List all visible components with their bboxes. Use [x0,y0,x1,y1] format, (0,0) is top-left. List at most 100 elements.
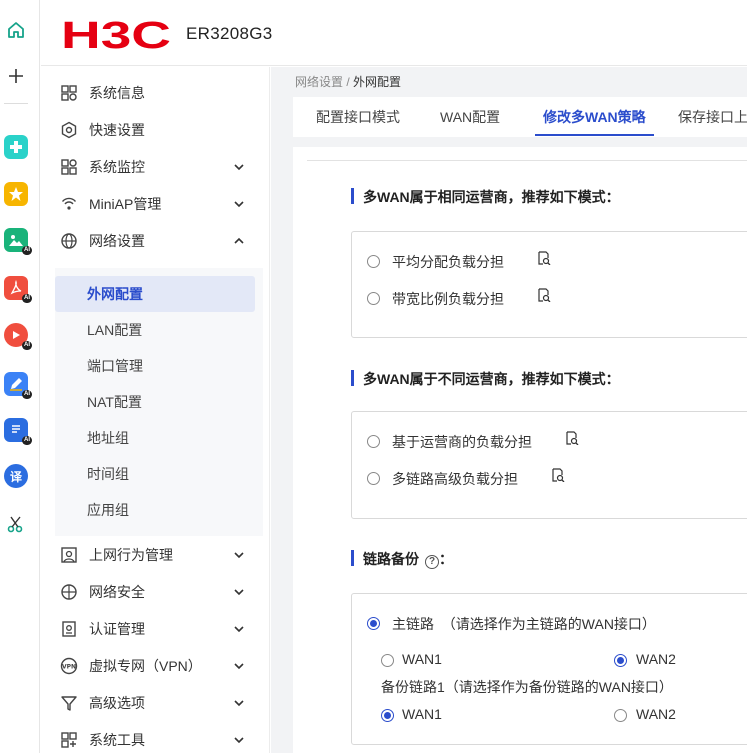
sidebar-item-label: 系统信息 [89,85,145,101]
document-preview-icon[interactable] [537,288,551,302]
sidebar-item-network-settings[interactable]: 网络设置 [41,223,270,259]
translate-icon[interactable]: 译 [4,464,28,488]
device-model: ER3208G3 [186,24,273,43]
sidebar-item-label: 高级选项 [89,695,145,711]
submenu-item-label: 时间组 [87,466,129,482]
radio-backup-wan2[interactable] [614,709,627,722]
tools-icon [61,732,77,748]
star-icon[interactable] [4,182,28,206]
sidebar-item-auth[interactable]: 认证管理 [41,611,270,647]
policy-content: 多WAN属于相同运营商，推荐如下模式： 平均分配负载分担 带宽比例负载分担 多W… [293,147,747,753]
radio-isp-load[interactable] [367,435,380,448]
chevron-down-icon[interactable] [233,734,245,746]
submenu-item-label: 端口管理 [87,358,143,374]
submenu-item-label: NAT配置 [87,394,142,410]
sidebar-item-label: 网络设置 [89,233,145,249]
document-preview-icon[interactable] [537,251,551,265]
scissors-icon[interactable] [4,512,28,536]
tab-save-interface[interactable]: 保存接口上 [678,97,747,137]
sidebar: 系统信息 快速设置 系统监控 MiniAP管理 网络设置 外网配置 LAN配置 … [41,67,270,753]
sidebar-item-quick-setup[interactable]: 快速设置 [41,112,270,148]
document-preview-icon[interactable] [565,431,579,445]
diff-isp-box: 基于运营商的负载分担 多链路高级负载分担 [351,411,747,519]
home-icon[interactable] [4,18,28,42]
chevron-down-icon[interactable] [233,549,245,561]
submenu-item-port[interactable]: 端口管理 [55,348,255,384]
sidebar-item-label: 虚拟专网（VPN） [89,658,202,674]
chevron-down-icon[interactable] [233,198,245,210]
chevron-down-icon[interactable] [233,586,245,598]
chevron-down-icon[interactable] [233,660,245,672]
backup-title-suffix: ： [439,551,453,567]
chevron-down-icon[interactable] [233,161,245,173]
document-preview-icon[interactable] [551,468,565,482]
svg-text:H3C: H3C [61,15,171,54]
plus-icon[interactable] [4,64,28,88]
h3c-logo: H3C [61,15,171,54]
radio-multi-link-load[interactable] [367,472,380,485]
radio-main-link[interactable] [367,617,380,630]
submenu-item-address-group[interactable]: 地址组 [55,420,255,456]
breadcrumb: 网络设置 / 外网配置 [295,73,401,90]
submenu-item-time-group[interactable]: 时间组 [55,456,255,492]
chevron-down-icon[interactable] [233,623,245,635]
main-link-label: 主链路 （请选择作为主链路的WAN接口） [392,614,656,634]
game-icon[interactable] [4,135,28,159]
sidebar-item-miniap[interactable]: MiniAP管理 [41,186,270,222]
backup-box: 主链路 （请选择作为主链路的WAN接口） WAN1 WAN2 备份链路1（请选择… [351,593,747,745]
vpn-icon: VPN [60,657,78,675]
wan-option-label: WAN2 [636,706,676,722]
main-link-text: 主链路 [392,616,434,632]
radio-backup-wan1[interactable] [381,709,394,722]
sidebar-item-system-info[interactable]: 系统信息 [41,75,270,111]
tab-interface-mode[interactable]: 配置接口模式 [316,97,400,137]
quick-setup-icon [61,121,77,139]
sidebar-item-system-monitor[interactable]: 系统监控 [41,149,270,185]
radio-bandwidth-load[interactable] [367,292,380,305]
sidebar-item-label: 认证管理 [89,621,145,637]
option-label: 多链路高级负载分担 [392,471,518,487]
submenu-item-label: 应用组 [87,502,129,518]
submenu-item-nat[interactable]: NAT配置 [55,384,255,420]
behavior-icon [61,547,77,563]
strip-divider [4,103,28,104]
sidebar-item-behavior[interactable]: 上网行为管理 [41,537,270,573]
sidebar-item-tools[interactable]: 系统工具 [41,722,270,753]
help-icon[interactable]: ? [425,555,439,569]
backup-link-label: 备份链路1（请选择作为备份链路的WAN接口） [381,679,673,695]
sidebar-item-network-security[interactable]: 网络安全 [41,574,270,610]
tab-multi-wan-policy[interactable]: 修改多WAN策略 [535,97,654,137]
radio-average-load[interactable] [367,255,380,268]
submenu-item-label: LAN配置 [87,322,143,338]
wan-option-label: WAN1 [402,706,442,722]
breadcrumb-parent[interactable]: 网络设置 / [295,75,353,89]
tab-wan-config[interactable]: WAN配置 [440,97,500,137]
section-title-same-isp: 多WAN属于相同运营商，推荐如下模式： [351,187,620,207]
sidebar-item-label: 系统工具 [89,732,145,748]
radio-main-wan1[interactable] [381,654,394,667]
sidebar-item-vpn[interactable]: VPN 虚拟专网（VPN） [41,648,270,684]
miniap-icon [61,197,77,210]
ai-edit-icon[interactable]: AI [4,372,32,399]
chevron-up-icon[interactable] [233,235,245,247]
submenu-item-app-group[interactable]: 应用组 [55,492,255,528]
option-label: 平均分配负载分担 [392,254,504,270]
section-title-diff-isp: 多WAN属于不同运营商，推荐如下模式： [351,369,620,389]
ai-image-icon[interactable]: AI [4,228,32,255]
wan-option-label: WAN2 [636,651,676,667]
header: H3C ER3208G3 [41,0,747,66]
ai-video-icon[interactable]: AI [4,323,32,350]
submenu-item-lan[interactable]: LAN配置 [55,312,255,348]
main-link-hint: （请选择作为主链路的WAN接口） [441,616,656,632]
radio-main-wan2[interactable] [614,654,627,667]
sidebar-item-label: 上网行为管理 [89,547,173,563]
sidebar-item-advanced[interactable]: 高级选项 [41,685,270,721]
ai-pdf-icon[interactable]: AI [4,276,32,303]
submenu-item-label: 地址组 [87,430,129,446]
chevron-down-icon[interactable] [233,697,245,709]
system-info-icon [61,85,77,101]
ai-document-icon[interactable]: AI [4,418,32,445]
sidebar-item-label: 系统监控 [89,159,145,175]
submenu-item-wan[interactable]: 外网配置 [55,276,255,312]
option-label: 基于运营商的负载分担 [392,434,532,450]
